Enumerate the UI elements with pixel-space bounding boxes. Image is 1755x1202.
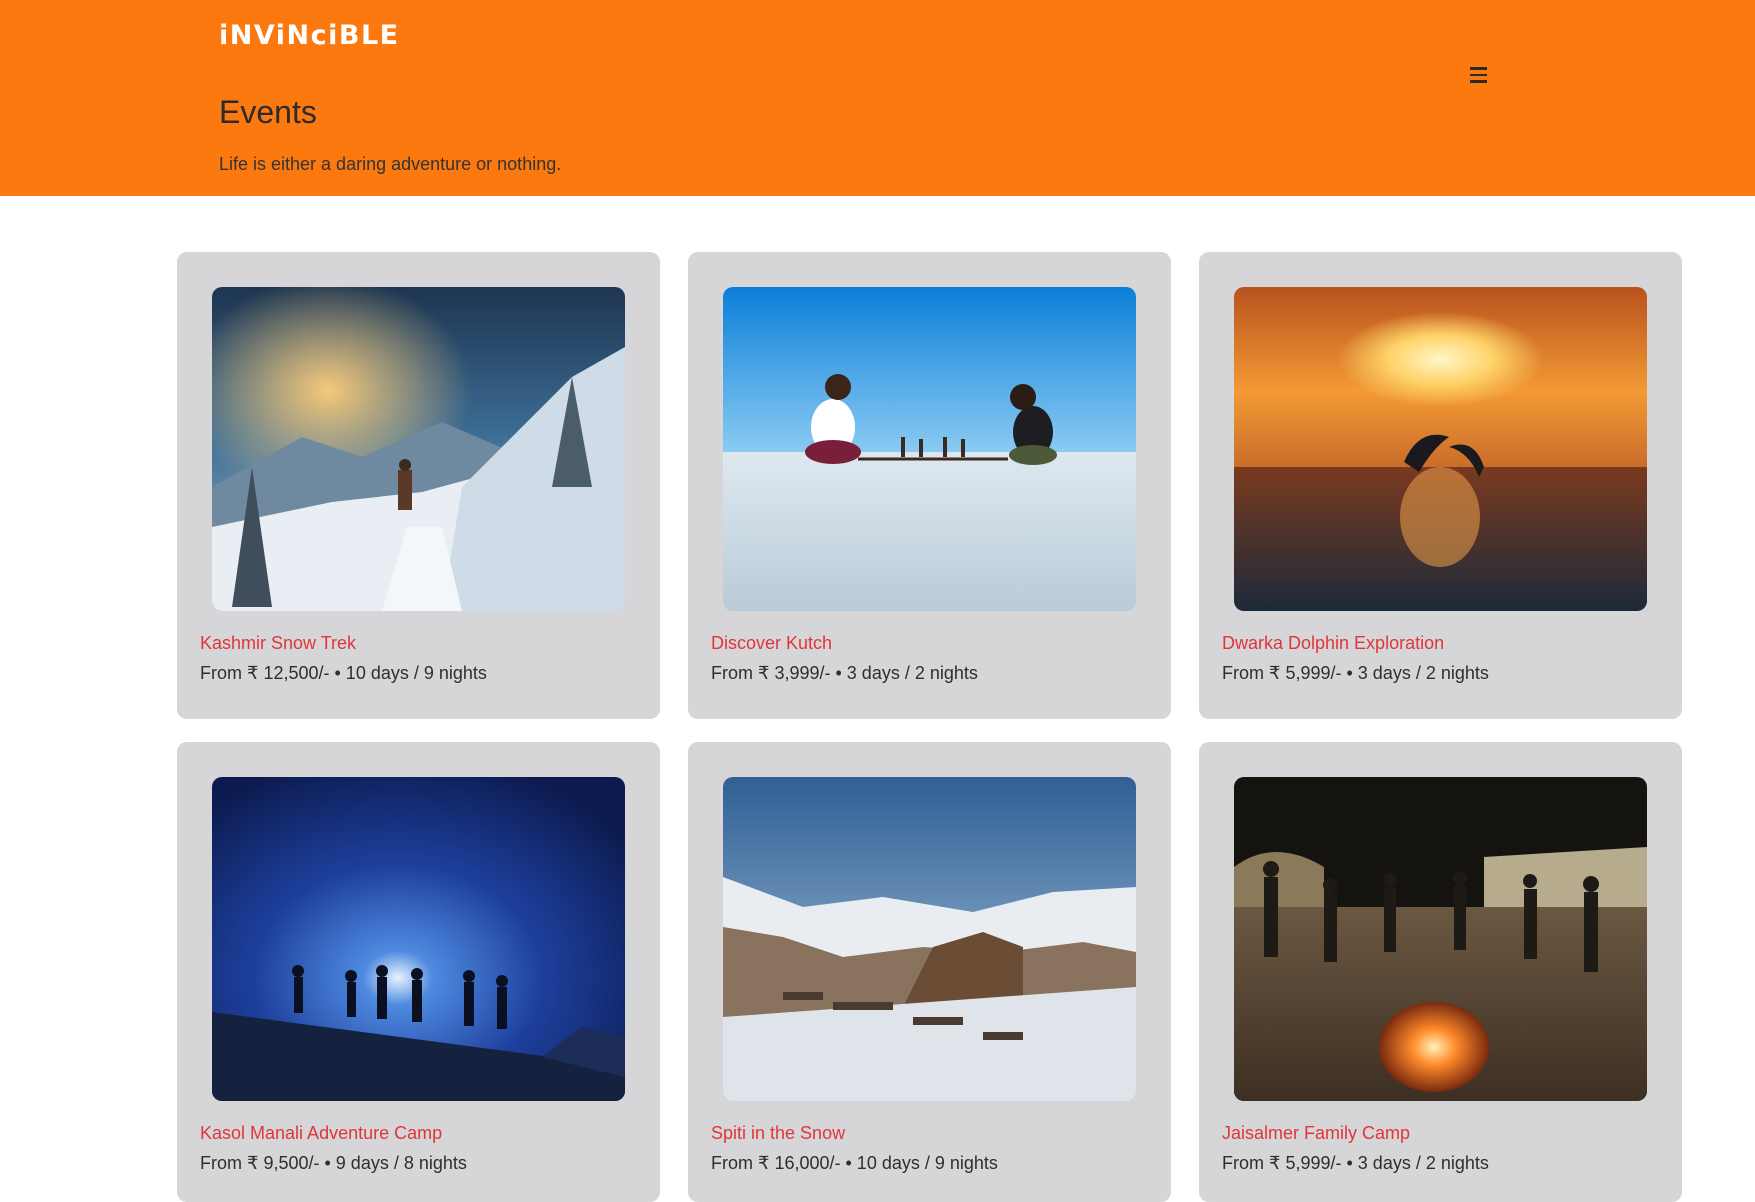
event-photo-dolphins[interactable] [1234,287,1647,611]
event-price-duration: From ₹ 5,999/- • 3 days / 2 nights [1222,663,1489,683]
event-photo-spiti[interactable] [723,777,1136,1101]
event-price-duration: From ₹ 9,500/- • 9 days / 8 nights [200,1153,467,1173]
event-price-duration: From ₹ 5,999/- • 3 days / 2 nights [1222,1153,1489,1173]
menu-bar [1470,67,1487,70]
event-photo-campfire[interactable] [1234,777,1647,1101]
menu-bar [1470,73,1487,77]
event-photo-silhouettes[interactable] [212,777,625,1101]
event-card-jaisalmer-family-camp[interactable]: Jaisalmer Family Camp From ₹ 5,999/- • 3… [1199,742,1682,1202]
event-title[interactable]: Spiti in the Snow [711,1123,845,1144]
event-title[interactable]: Kashmir Snow Trek [200,633,356,654]
event-price-duration: From ₹ 16,000/- • 10 days / 9 nights [711,1153,998,1173]
event-title[interactable]: Jaisalmer Family Camp [1222,1123,1410,1144]
event-card-dwarka-dolphin-exploration[interactable]: Dwarka Dolphin Exploration From ₹ 5,999/… [1199,252,1682,719]
site-header: iNViNciBLE Events Life is either a darin… [0,0,1755,196]
snow-trek-photo [212,287,625,611]
hamburger-menu-icon[interactable] [1466,62,1492,88]
event-card-discover-kutch[interactable]: Discover Kutch From ₹ 3,999/- • 3 days /… [688,252,1171,719]
event-title[interactable]: Discover Kutch [711,633,832,654]
menu-bar [1470,80,1487,83]
dolphins-sunset-photo [1234,287,1647,611]
event-title[interactable]: Kasol Manali Adventure Camp [200,1123,442,1144]
event-card-kashmir-snow-trek[interactable]: Kashmir Snow Trek From ₹ 12,500/- • 10 d… [177,252,660,719]
event-photo-kutch[interactable] [723,287,1136,611]
hikers-silhouette-photo [212,777,625,1101]
page-tagline: Life is either a daring adventure or not… [219,154,562,174]
event-price-duration: From ₹ 3,999/- • 3 days / 2 nights [711,663,978,683]
event-card-spiti-in-the-snow[interactable]: Spiti in the Snow From ₹ 16,000/- • 10 d… [688,742,1171,1202]
brand-logo[interactable]: iNViNciBLE [219,20,400,51]
event-photo-snow-trek[interactable] [212,287,625,611]
campfire-night-photo [1234,777,1647,1101]
event-title[interactable]: Dwarka Dolphin Exploration [1222,633,1444,654]
page-title: Events [219,94,317,130]
event-price-duration: From ₹ 12,500/- • 10 days / 9 nights [200,663,487,683]
kutch-salt-desert-photo [723,287,1136,611]
spiti-mountains-photo [723,777,1136,1101]
event-card-kasol-manali-adventure-camp[interactable]: Kasol Manali Adventure Camp From ₹ 9,500… [177,742,660,1202]
